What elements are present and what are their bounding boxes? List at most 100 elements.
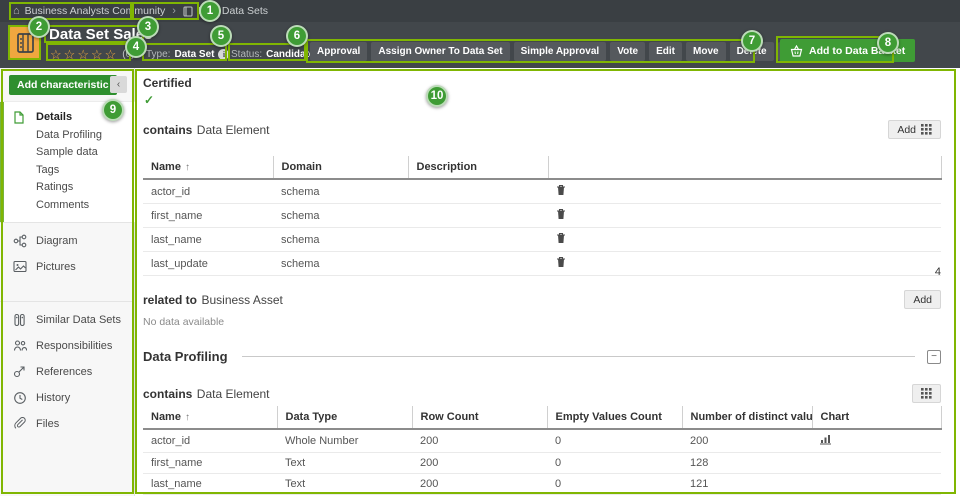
table-options-grid-icon [921, 124, 932, 135]
delete-button[interactable]: Delete [730, 42, 774, 61]
rating-count: (0) [122, 49, 134, 60]
cell-domain: schema [273, 179, 408, 204]
sidebar: Add characteristic ‹ Details Data Profil… [0, 68, 135, 496]
breadcrumb-community[interactable]: ⌂ Business Analysts Community [13, 5, 165, 17]
cell-description [408, 228, 548, 252]
add-characteristic-button[interactable]: Add characteristic [9, 75, 117, 95]
sidebar-item-data-profiling[interactable]: Data Profiling [0, 127, 135, 145]
simple-approval-button[interactable]: Simple Approval [514, 42, 607, 61]
cell-name[interactable]: last_name [143, 474, 277, 495]
certified-attribute-label: Certified [143, 76, 192, 90]
column-header-domain[interactable]: Domain [273, 156, 408, 179]
sidebar-item-similar-data-sets[interactable]: Similar Data Sets [0, 307, 135, 333]
sidebar-item-label: History [36, 392, 70, 404]
cell-name[interactable]: last_name [143, 228, 273, 252]
collapse-section-button[interactable]: − [927, 350, 941, 364]
approval-button[interactable]: Approval [310, 42, 367, 61]
view-chart-button[interactable] [820, 434, 832, 445]
trash-icon [556, 232, 566, 244]
rating-stars[interactable]: ☆ ☆ ☆ ☆ ☆ (0) [50, 45, 135, 63]
sidebar-item-responsibilities[interactable]: Responsibilities [0, 333, 135, 359]
sidebar-visuals-group: Diagram Pictures [0, 228, 135, 280]
add-button-label: Add [913, 294, 932, 306]
sidebar-item-files[interactable]: Files [0, 411, 135, 437]
table-row[interactable]: first_name Text 200 0 128 [143, 453, 941, 474]
column-header-name[interactable]: Name↑ [143, 156, 273, 179]
history-clock-icon [13, 391, 27, 405]
star-icon[interactable]: ☆ [50, 48, 62, 61]
delete-row-button[interactable] [556, 208, 566, 220]
sidebar-item-comments[interactable]: Comments [0, 197, 135, 215]
breadcrumb-bar: ⌂ Business Analysts Community › New Data… [0, 0, 960, 22]
column-header-name[interactable]: Name↑ [143, 406, 277, 429]
sidebar-item-label: Pictures [36, 261, 76, 273]
info-icon[interactable]: i [218, 49, 229, 60]
asset-type-tile [10, 26, 40, 59]
delete-row-button[interactable] [556, 232, 566, 244]
cell-data-type: Text [277, 474, 412, 495]
column-header-row-count[interactable]: Row Count [412, 406, 547, 429]
add-relation-button[interactable]: Add [888, 120, 941, 139]
cell-data-type: Text [277, 453, 412, 474]
main-content: Certified ✓ contains Data Element Add [135, 68, 960, 496]
add-relation-button[interactable]: Add [904, 290, 941, 309]
sidebar-item-label: Files [36, 418, 59, 430]
table-row[interactable]: first_name schema [143, 204, 941, 228]
vote-button[interactable]: Vote [610, 42, 645, 61]
sidebar-item-history[interactable]: History [0, 385, 135, 411]
type-label: Type: [146, 49, 170, 60]
cell-name[interactable]: first_name [143, 204, 273, 228]
similar-data-sets-icon [13, 313, 26, 327]
sidebar-collapse-button[interactable]: ‹ [110, 76, 127, 93]
column-header-chart[interactable]: Chart [812, 406, 941, 429]
sidebar-item-tags[interactable]: Tags [0, 162, 135, 180]
sidebar-item-sample-data[interactable]: Sample data [0, 144, 135, 162]
edit-button[interactable]: Edit [649, 42, 682, 61]
cell-name[interactable]: first_name [143, 453, 277, 474]
sidebar-item-label: Data Profiling [36, 129, 102, 141]
cell-domain: schema [273, 204, 408, 228]
breadcrumb-domain[interactable]: New Data Sets [183, 5, 268, 17]
sidebar-item-pictures[interactable]: Pictures [0, 254, 135, 280]
add-to-data-basket-button[interactable]: Add to Data Basket [780, 39, 915, 62]
table-row-count: 4 [143, 266, 941, 278]
sidebar-item-diagram[interactable]: Diagram [0, 228, 135, 254]
table-options-button[interactable] [912, 384, 941, 403]
sidebar-item-ratings[interactable]: Ratings [0, 179, 135, 197]
sidebar-item-label: References [36, 366, 92, 378]
star-icon[interactable]: ☆ [91, 48, 103, 61]
column-header-description[interactable]: Description [408, 156, 548, 179]
star-icon[interactable]: ☆ [77, 48, 89, 61]
no-data-message: No data available [143, 316, 224, 328]
type-value: Data Set [174, 49, 214, 60]
asset-header: Data Set Sales ☆ ☆ ☆ ☆ ☆ (0) Type: Data … [0, 22, 960, 68]
table-row[interactable]: actor_id schema [143, 179, 941, 204]
cell-name[interactable]: actor_id [143, 179, 273, 204]
delete-row-button[interactable] [556, 184, 566, 196]
column-header-data-type[interactable]: Data Type [277, 406, 412, 429]
home-icon: ⌂ [13, 5, 20, 17]
breadcrumb-community-label: Business Analysts Community [25, 5, 166, 17]
assign-owner-button[interactable]: Assign Owner To Data Set [371, 42, 509, 61]
cell-name[interactable]: actor_id [143, 429, 277, 453]
sidebar-item-label: Ratings [36, 181, 73, 193]
star-icon[interactable]: ☆ [105, 48, 117, 61]
table-row[interactable]: last_name Text 200 0 121 [143, 474, 941, 495]
sort-asc-icon: ↑ [185, 412, 190, 423]
column-header-empty-values[interactable]: Empty Values Count [547, 406, 682, 429]
document-icon [13, 111, 25, 124]
sidebar-item-details[interactable]: Details [0, 109, 135, 127]
cell-empty-values: 0 [547, 429, 682, 453]
column-header-distinct-values[interactable]: Number of distinct values [682, 406, 812, 429]
page-title: Data Set Sales [49, 26, 152, 43]
domain-icon [183, 6, 193, 17]
cell-description [408, 204, 548, 228]
star-icon[interactable]: ☆ [64, 48, 76, 61]
section-divider-line [242, 356, 915, 357]
paperclip-icon [13, 417, 27, 431]
table-row[interactable]: actor_id Whole Number 200 0 200 [143, 429, 941, 453]
cell-row-count: 200 [412, 453, 547, 474]
move-button[interactable]: Move [686, 42, 726, 61]
table-row[interactable]: last_name schema [143, 228, 941, 252]
sidebar-item-references[interactable]: References [0, 359, 135, 385]
